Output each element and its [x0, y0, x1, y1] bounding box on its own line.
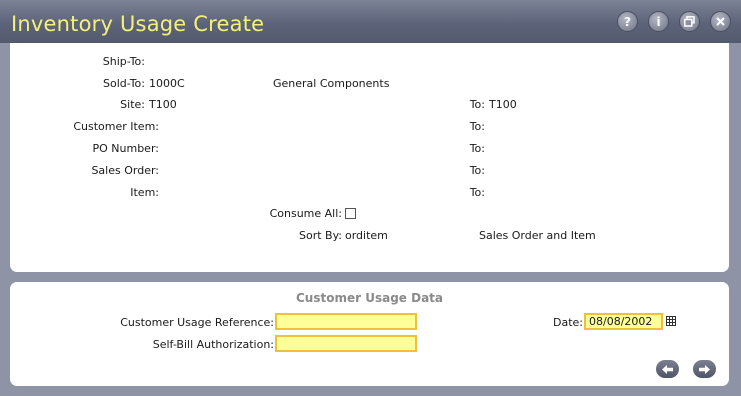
- selection-criteria-panel: Ship-To: Sold-To: 1000C General Componen…: [10, 43, 729, 272]
- section-title: Customer Usage Data: [296, 291, 443, 305]
- sold-to-value: 1000C: [149, 77, 185, 90]
- customer-item-label: Customer Item:: [73, 120, 159, 133]
- site-to-value: T100: [489, 98, 517, 111]
- window-title: Inventory Usage Create: [11, 12, 265, 36]
- sales-order-label: Sales Order:: [91, 164, 159, 177]
- forward-arrow-icon: [699, 364, 710, 374]
- po-number-to-label: To:: [469, 142, 485, 155]
- sort-by-description: Sales Order and Item: [479, 229, 596, 242]
- sort-by-value: orditem: [345, 229, 388, 242]
- calendar-icon[interactable]: [666, 316, 676, 326]
- forward-button[interactable]: [693, 360, 716, 378]
- consume-all-label: Consume All:: [269, 207, 342, 220]
- customer-usage-reference-label: Customer Usage Reference:: [120, 316, 274, 329]
- site-to-label: To:: [469, 98, 485, 111]
- back-arrow-icon: [662, 364, 673, 374]
- ship-to-label: Ship-To:: [102, 55, 145, 68]
- self-bill-authorization-input[interactable]: [275, 335, 417, 352]
- po-number-label: PO Number:: [92, 142, 160, 155]
- consume-all-checkbox[interactable]: [345, 208, 356, 219]
- sold-to-name: General Components: [273, 77, 390, 90]
- info-button[interactable]: i: [648, 11, 669, 32]
- item-label: Item:: [130, 186, 159, 199]
- customer-usage-panel: Customer Usage Data Customer Usage Refer…: [10, 282, 729, 386]
- sales-order-to-label: To:: [469, 164, 485, 177]
- site-value: T100: [149, 98, 177, 111]
- date-label: Date:: [553, 316, 583, 329]
- site-label: Site:: [120, 98, 145, 111]
- close-icon: [716, 17, 725, 26]
- sort-by-label: Sort By:: [298, 229, 342, 242]
- date-input[interactable]: 08/08/2002: [584, 313, 663, 330]
- help-icon: ?: [624, 14, 631, 29]
- self-bill-authorization-label: Self-Bill Authorization:: [152, 338, 274, 351]
- restore-window-icon: [684, 16, 695, 27]
- close-button[interactable]: [710, 11, 731, 32]
- restore-window-button[interactable]: [679, 11, 700, 32]
- sold-to-label: Sold-To:: [103, 77, 145, 90]
- back-button[interactable]: [656, 360, 679, 378]
- title-bar: Inventory Usage Create ? i: [0, 0, 741, 43]
- info-icon: i: [656, 14, 661, 29]
- help-button[interactable]: ?: [617, 11, 638, 32]
- item-to-label: To:: [469, 186, 485, 199]
- customer-item-to-label: To:: [469, 120, 485, 133]
- customer-usage-reference-input[interactable]: [275, 313, 417, 330]
